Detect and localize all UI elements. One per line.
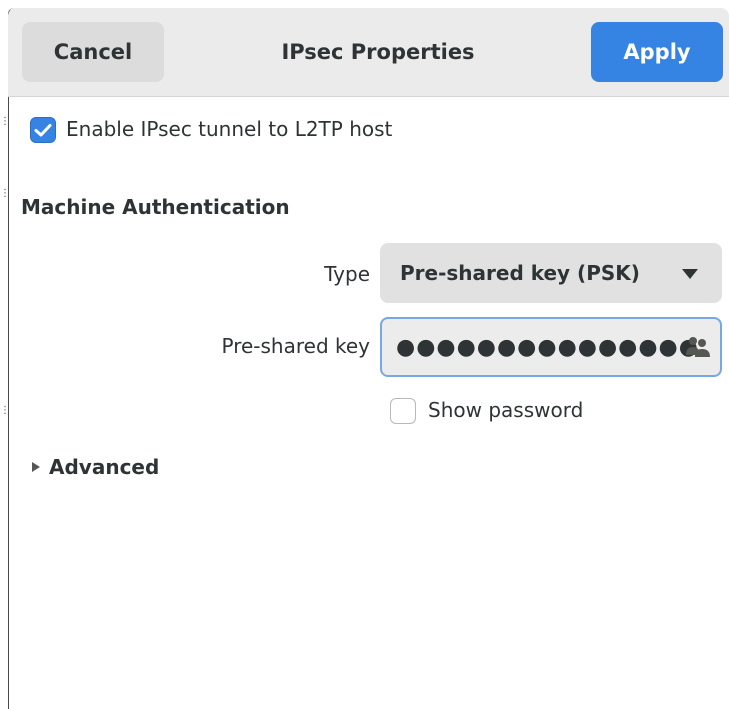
background-window-edge: ⋮ <box>0 116 10 127</box>
type-dropdown-value: Pre-shared key (PSK) <box>400 261 640 285</box>
background-window-edge: ⋮ <box>0 405 10 416</box>
dialog-title: IPsec Properties <box>281 40 475 64</box>
type-dropdown[interactable]: Pre-shared key (PSK) <box>380 243 722 303</box>
psk-label: Pre-shared key <box>221 334 370 358</box>
enable-ipsec-checkbox[interactable] <box>30 117 56 143</box>
users-icon[interactable] <box>684 335 712 359</box>
advanced-expander[interactable]: Advanced <box>49 455 159 479</box>
show-password-checkbox[interactable] <box>390 398 416 424</box>
machine-authentication-heading: Machine Authentication <box>21 195 290 219</box>
chevron-down-icon <box>682 269 698 279</box>
type-label: Type <box>324 262 370 286</box>
show-password-label[interactable]: Show password <box>428 398 583 422</box>
triangle-right-icon[interactable] <box>30 460 42 474</box>
enable-ipsec-label[interactable]: Enable IPsec tunnel to L2TP host <box>66 117 392 141</box>
headerbar: Cancel IPsec Properties Apply <box>8 8 729 97</box>
psk-password-value: ●●●●●●●●●●●●●●● <box>396 334 699 360</box>
checkmark-icon <box>34 124 52 137</box>
psk-password-field[interactable]: ●●●●●●●●●●●●●●● <box>380 317 722 377</box>
apply-button[interactable]: Apply <box>591 22 723 82</box>
cancel-button[interactable]: Cancel <box>22 22 164 82</box>
background-window-edge: ⋮ <box>0 188 10 199</box>
